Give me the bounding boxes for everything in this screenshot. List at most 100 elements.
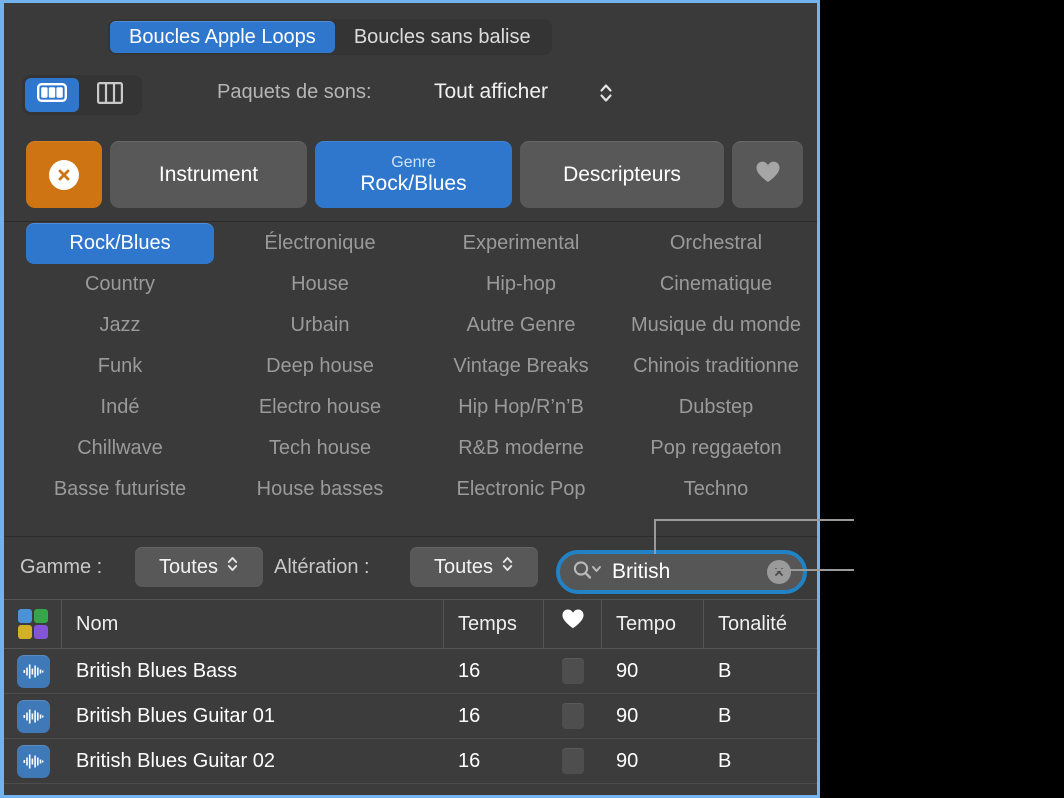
audio-loop-icon: [17, 745, 50, 778]
loop-preview-button[interactable]: [4, 649, 62, 694]
genre-item[interactable]: Hip-hop: [421, 264, 621, 305]
filter-button-descripteurs-label: Descripteurs: [563, 163, 681, 187]
genre-item[interactable]: Urbain: [220, 305, 420, 346]
genre-item[interactable]: Cinematique: [616, 264, 816, 305]
loop-browser-panel: Boucles Apple Loops Boucles sans balise: [0, 0, 820, 798]
screenshot-root: Boucles Apple Loops Boucles sans balise: [0, 0, 1064, 798]
genre-item[interactable]: Techno: [616, 469, 816, 510]
view-mode-toggle-group[interactable]: [22, 75, 142, 115]
cell-favorite[interactable]: [544, 649, 602, 694]
favorite-checkbox[interactable]: [562, 748, 584, 774]
genre-item[interactable]: Dubstep: [616, 387, 816, 428]
search-magnifier-chevron-icon[interactable]: [572, 559, 602, 586]
audio-loop-icon: [17, 655, 50, 688]
genre-item[interactable]: Tech house: [220, 428, 420, 469]
genre-item[interactable]: Rock/Blues: [26, 223, 214, 264]
genre-item[interactable]: Électronique: [220, 223, 420, 264]
cell-favorite[interactable]: [544, 739, 602, 784]
genre-item[interactable]: Deep house: [220, 346, 420, 387]
heart-icon: [561, 600, 585, 649]
loop-preview-button[interactable]: [4, 694, 62, 739]
column-view-outline-button[interactable]: [83, 78, 137, 112]
loop-type-segmented-control[interactable]: Boucles Apple Loops Boucles sans balise: [108, 19, 552, 55]
column-view-filled-button[interactable]: [25, 78, 79, 112]
genre-column-1: Rock/BluesCountryJazzFunkIndéChillwaveBa…: [20, 223, 220, 510]
loop-preview-button[interactable]: [4, 739, 62, 784]
gamme-value: Toutes: [159, 556, 218, 579]
filter-category-buttons: Instrument Genre Rock/Blues Descripteurs: [26, 141, 803, 208]
genre-item[interactable]: Electronic Pop: [421, 469, 621, 510]
cell-temps: 16: [444, 649, 544, 694]
genre-grid: Rock/BluesCountryJazzFunkIndéChillwaveBa…: [4, 223, 818, 535]
favorite-checkbox[interactable]: [562, 703, 584, 729]
genre-item[interactable]: R&B moderne: [421, 428, 621, 469]
table-row[interactable]: British Blues Guitar 0216 90B: [4, 739, 818, 784]
cell-nom: British Blues Guitar 02: [62, 739, 444, 784]
genre-item[interactable]: Chillwave: [20, 428, 220, 469]
genre-item[interactable]: House: [220, 264, 420, 305]
genre-item[interactable]: Basse futuriste: [20, 469, 220, 510]
filter-button-favorites[interactable]: [732, 141, 803, 208]
table-row[interactable]: British Blues Guitar 011690B: [4, 694, 818, 739]
genre-item[interactable]: Experimental: [421, 223, 621, 264]
tab-boucles-sans-balise[interactable]: Boucles sans balise: [335, 21, 550, 53]
cell-tempo: 90: [602, 694, 704, 739]
column-view-outline-icon: [97, 82, 123, 109]
genre-item[interactable]: Hip Hop/R’n’B: [421, 387, 621, 428]
filter-button-instrument[interactable]: Instrument: [110, 141, 307, 208]
filter-button-descripteurs[interactable]: Descripteurs: [520, 141, 724, 208]
genre-item[interactable]: Jazz: [20, 305, 220, 346]
sound-packs-popup-button[interactable]: [598, 81, 614, 110]
cell-tempo: 90: [602, 739, 704, 784]
genre-item[interactable]: Indé: [20, 387, 220, 428]
favorite-checkbox[interactable]: [562, 658, 584, 684]
loop-results-table: Nom Temps Tempo Tonalité British Blues B…: [4, 599, 818, 798]
cell-nom: British Blues Guitar 01: [62, 694, 444, 739]
filter-button-instrument-label: Instrument: [159, 163, 258, 187]
genre-item[interactable]: Chinois traditionne: [616, 346, 816, 387]
search-input[interactable]: British: [612, 560, 767, 584]
genre-column-2: ÉlectroniqueHouseUrbainDeep houseElectro…: [220, 223, 420, 510]
cell-tempo: 90: [602, 649, 704, 694]
column-view-filled-icon: [37, 83, 67, 107]
table-header-row: Nom Temps Tempo Tonalité: [4, 600, 818, 649]
column-header-nom[interactable]: Nom: [62, 600, 444, 649]
column-header-icon[interactable]: [4, 600, 62, 649]
tab-boucles-apple-loops[interactable]: Boucles Apple Loops: [110, 21, 335, 53]
column-header-temps[interactable]: Temps: [444, 600, 544, 649]
sound-packs-label: Paquets de sons:: [217, 81, 372, 104]
column-header-favorite[interactable]: [544, 600, 602, 649]
cell-tonalite: B: [704, 739, 818, 784]
gamme-select[interactable]: Toutes: [135, 547, 263, 587]
genre-item[interactable]: Autre Genre: [421, 305, 621, 346]
cell-favorite[interactable]: [544, 694, 602, 739]
alteration-select[interactable]: Toutes: [410, 547, 538, 587]
clear-filters-button[interactable]: [26, 141, 102, 208]
chevron-up-down-icon: [598, 92, 614, 109]
genre-item[interactable]: Orchestral: [616, 223, 816, 264]
column-header-tempo[interactable]: Tempo: [602, 600, 704, 649]
genre-item[interactable]: House basses: [220, 469, 420, 510]
clear-search-button[interactable]: [767, 560, 791, 584]
sound-packs-value[interactable]: Tout afficher: [434, 80, 548, 104]
genre-item[interactable]: Country: [20, 264, 220, 305]
browser-top-section: Boucles Apple Loops Boucles sans balise: [4, 3, 818, 222]
genre-item[interactable]: Musique du monde: [616, 305, 816, 346]
table-body: British Blues Bass1690BBritish Blues Gui…: [4, 649, 818, 784]
genre-item[interactable]: Vintage Breaks: [421, 346, 621, 387]
table-row[interactable]: British Blues Bass1690B: [4, 649, 818, 694]
genre-item[interactable]: Electro house: [220, 387, 420, 428]
search-field[interactable]: British: [556, 550, 807, 594]
genre-item[interactable]: Funk: [20, 346, 220, 387]
chevron-up-down-icon: [501, 554, 514, 580]
filter-button-genre-category: Genre: [391, 153, 435, 172]
chevron-up-down-icon: [226, 554, 239, 580]
filter-button-genre[interactable]: Genre Rock/Blues: [315, 141, 512, 208]
cell-tonalite: B: [704, 694, 818, 739]
column-header-tonalite[interactable]: Tonalité: [704, 600, 818, 649]
cell-temps: 16: [444, 739, 544, 784]
loop-category-grid-icon: [18, 609, 48, 639]
genre-item[interactable]: Pop reggaeton: [616, 428, 816, 469]
cell-nom: British Blues Bass: [62, 649, 444, 694]
alteration-label: Altération :: [274, 556, 370, 579]
